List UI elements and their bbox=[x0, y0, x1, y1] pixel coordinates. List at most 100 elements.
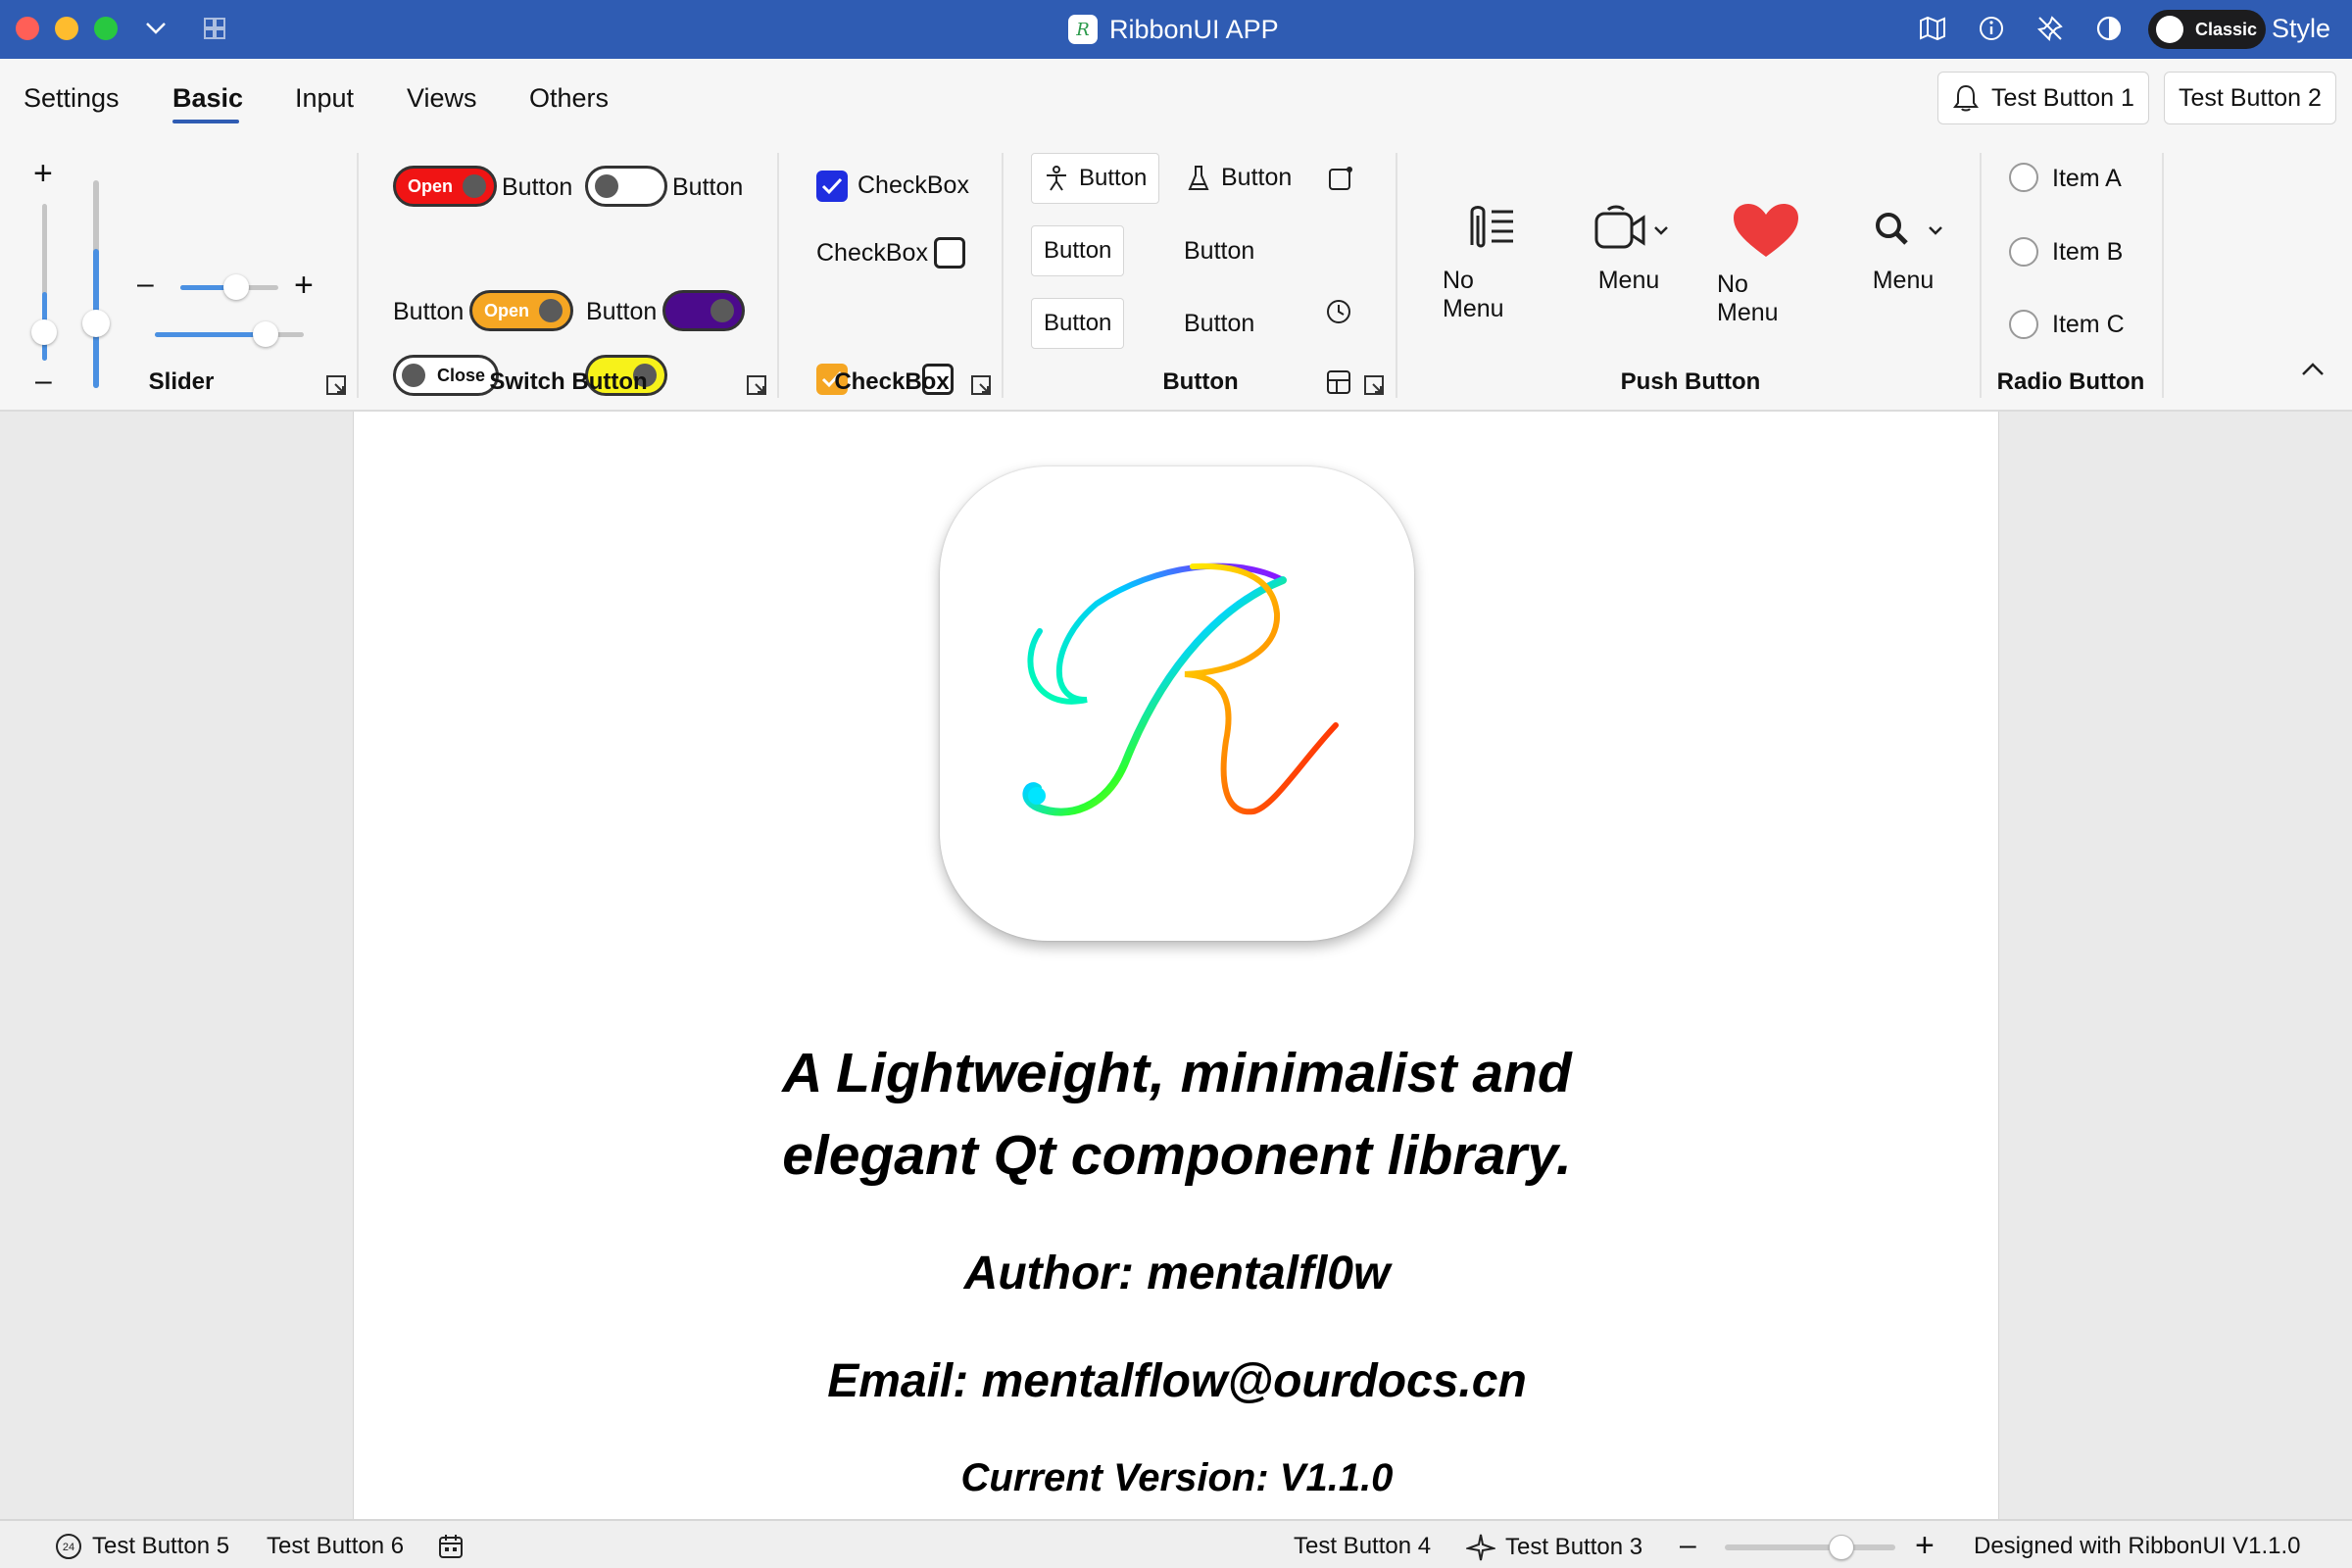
button-text-only[interactable]: Button bbox=[1184, 310, 1254, 338]
group-separator bbox=[1002, 153, 1004, 398]
radio-item-b[interactable] bbox=[2009, 237, 2038, 267]
switch-open-orange[interactable]: Open bbox=[469, 290, 573, 331]
button-label: Button bbox=[1044, 310, 1112, 336]
test-button-4-label: Test Button 4 bbox=[1294, 1533, 1432, 1559]
paperclip-list-icon bbox=[1470, 206, 1513, 248]
app-window: R RibbonUI APP Classic Style Settings Ba… bbox=[0, 0, 2352, 1568]
switch-knob bbox=[463, 174, 486, 198]
info-icon[interactable] bbox=[1977, 14, 2006, 43]
switch-button-label: Button bbox=[502, 173, 573, 201]
radio-item-b-label: Item B bbox=[2052, 238, 2124, 266]
tab-views[interactable]: Views bbox=[407, 83, 477, 114]
button-flask[interactable]: Button bbox=[1188, 164, 1292, 192]
vertical-slider-2-handle[interactable] bbox=[82, 310, 110, 337]
toggle-knob bbox=[2156, 16, 2183, 43]
test-button-5[interactable]: 24 Test Button 5 bbox=[55, 1533, 229, 1560]
tab-input[interactable]: Input bbox=[295, 83, 354, 114]
search-icon bbox=[1876, 213, 1942, 245]
tab-others[interactable]: Others bbox=[529, 83, 609, 114]
switch-knob bbox=[595, 174, 618, 198]
switch-open-label: Open bbox=[484, 300, 530, 320]
heart-icon bbox=[1734, 204, 1798, 257]
group-launcher-icon[interactable] bbox=[970, 374, 992, 396]
bell-icon bbox=[1953, 84, 1979, 112]
status-bar: 24 Test Button 5 Test Button 6 Test Butt… bbox=[0, 1519, 2352, 1568]
group-launcher-icon[interactable] bbox=[325, 374, 347, 396]
button-label: Button bbox=[1079, 165, 1148, 191]
vertical-slider-2[interactable] bbox=[93, 180, 99, 388]
style-toggle-label: Classic bbox=[2195, 19, 2258, 39]
style-toggle-switch[interactable]: Classic bbox=[2148, 10, 2266, 49]
checkbox-label: CheckBox bbox=[858, 172, 969, 199]
video-camera-icon bbox=[1594, 205, 1668, 249]
email-text: Email: mentalflow@ourdocs.cn bbox=[827, 1355, 1527, 1407]
push-button-menu-2[interactable]: Menu bbox=[1854, 202, 1952, 295]
minus-icon[interactable]: – bbox=[137, 268, 154, 301]
minimize-window-button[interactable] bbox=[55, 17, 78, 40]
checkbox-checked-blue[interactable] bbox=[816, 171, 848, 202]
group-launcher-icon[interactable] bbox=[746, 374, 767, 396]
minus-icon[interactable]: – bbox=[35, 365, 52, 398]
square-corner-icon[interactable] bbox=[1327, 165, 1354, 192]
test-button-1-label: Test Button 1 bbox=[1991, 83, 2134, 112]
test-button-4[interactable]: Test Button 4 bbox=[1294, 1533, 1431, 1560]
chevron-down-icon[interactable] bbox=[141, 14, 171, 43]
close-window-button[interactable] bbox=[16, 17, 39, 40]
radio-item-c[interactable] bbox=[2009, 310, 2038, 339]
checkbox-label: CheckBox bbox=[816, 239, 928, 267]
ribbon-bar: Settings Basic Input Views Others Test B… bbox=[0, 59, 2352, 412]
calendar-icon[interactable] bbox=[437, 1533, 465, 1560]
pin-off-icon[interactable] bbox=[2035, 14, 2065, 43]
designed-with-text: Designed with RibbonUI V1.1.0 bbox=[1974, 1533, 2301, 1559]
radio-group-title: Radio Button bbox=[1996, 368, 2145, 395]
vertical-slider-1-handle[interactable] bbox=[31, 319, 57, 345]
layout-icon[interactable] bbox=[200, 14, 229, 43]
horizontal-slider-2-handle[interactable] bbox=[253, 321, 278, 347]
table-icon[interactable] bbox=[1325, 368, 1352, 396]
button-with-icon[interactable]: Button bbox=[1031, 153, 1160, 204]
headline-line-1: A Lightweight, minimalist and bbox=[782, 1042, 1572, 1104]
checkmark-icon bbox=[821, 177, 843, 195]
test-button-2[interactable]: Test Button 2 bbox=[2164, 72, 2336, 124]
zoom-slider[interactable] bbox=[1725, 1544, 1895, 1550]
radio-item-a-label: Item A bbox=[2052, 165, 2122, 192]
test-button-1[interactable]: Test Button 1 bbox=[1937, 72, 2149, 124]
switch-knob bbox=[710, 299, 734, 322]
push-button-menu-1[interactable]: Menu bbox=[1580, 202, 1678, 295]
test-button-6[interactable]: Test Button 6 bbox=[267, 1533, 404, 1560]
button-plain[interactable]: Button bbox=[1031, 225, 1125, 276]
maximize-window-button[interactable] bbox=[94, 17, 118, 40]
map-icon[interactable] bbox=[1918, 14, 1947, 43]
author-text: Author: mentalfl0w bbox=[963, 1248, 1391, 1299]
horizontal-slider-1-handle[interactable] bbox=[223, 274, 249, 300]
test-button-3[interactable]: Test Button 3 bbox=[1466, 1533, 1642, 1562]
tab-basic[interactable]: Basic bbox=[172, 83, 243, 114]
switch-off-white[interactable] bbox=[585, 166, 667, 207]
tab-settings[interactable]: Settings bbox=[24, 83, 120, 114]
collapse-ribbon-icon[interactable] bbox=[2299, 361, 2327, 378]
push-button-no-menu-2[interactable]: No Menu bbox=[1717, 202, 1815, 327]
button-plain[interactable]: Button bbox=[1031, 298, 1125, 349]
plus-icon[interactable]: + bbox=[33, 155, 53, 193]
zoom-slider-handle[interactable] bbox=[1829, 1535, 1854, 1560]
window-title: R RibbonUI APP bbox=[1068, 12, 1279, 47]
checkbox-group-title: CheckBox bbox=[834, 368, 950, 395]
clock-icon[interactable] bbox=[1325, 298, 1352, 325]
test-button-2-label: Test Button 2 bbox=[2179, 83, 2322, 112]
zoom-in-icon[interactable]: + bbox=[1915, 1527, 1935, 1565]
zoom-out-icon[interactable]: – bbox=[1680, 1529, 1696, 1562]
checkbox-unchecked[interactable] bbox=[934, 237, 965, 269]
slider-group-title: Slider bbox=[148, 368, 215, 395]
switch-open-red[interactable]: Open bbox=[393, 166, 497, 207]
theme-contrast-icon[interactable] bbox=[2094, 14, 2124, 43]
switch-button-label: Button bbox=[586, 298, 658, 325]
group-launcher-icon[interactable] bbox=[1363, 374, 1385, 396]
switch-on-purple[interactable] bbox=[662, 290, 745, 331]
designed-with-label: Designed with RibbonUI V1.1.0 bbox=[1974, 1533, 2301, 1560]
push-button-label: No Menu bbox=[1717, 270, 1779, 326]
push-button-no-menu-1[interactable]: No Menu bbox=[1443, 202, 1541, 323]
plus-icon[interactable]: + bbox=[294, 267, 314, 305]
horizontal-slider-2[interactable] bbox=[155, 332, 304, 337]
radio-item-a[interactable] bbox=[2009, 163, 2038, 192]
button-text-only[interactable]: Button bbox=[1184, 237, 1254, 266]
